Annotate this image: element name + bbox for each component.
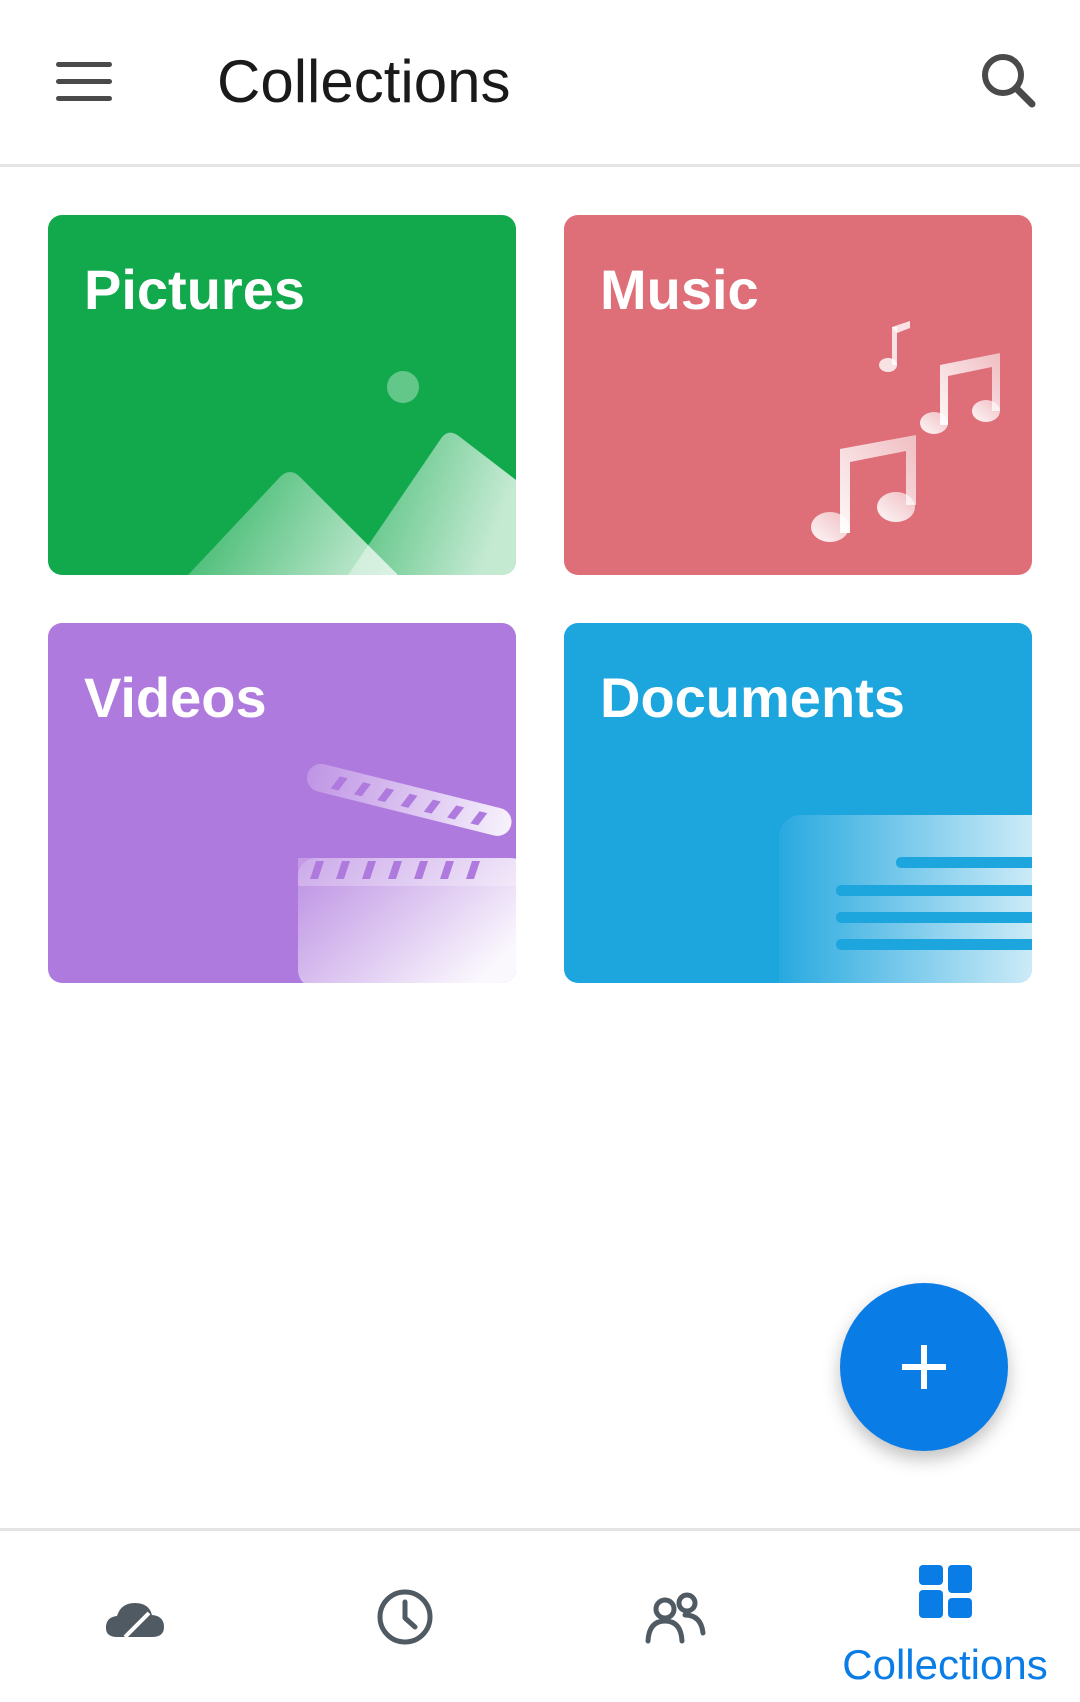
bottom-navigation: Collections: [0, 1528, 1080, 1702]
page-title: Collections: [217, 48, 511, 115]
collection-card-videos[interactable]: Videos: [48, 623, 516, 983]
plus-icon: [902, 1345, 946, 1389]
add-collection-button[interactable]: [840, 1283, 1008, 1451]
nav-label-collections: Collections: [842, 1641, 1048, 1688]
nav-item-files[interactable]: [0, 1531, 270, 1702]
nav-item-collections[interactable]: Collections: [810, 1531, 1080, 1702]
search-icon[interactable]: [970, 42, 1050, 122]
collection-card-music[interactable]: Music: [564, 215, 1032, 575]
people-icon: [645, 1592, 706, 1644]
collections-grid-icon: [919, 1565, 972, 1618]
collection-label: Pictures: [84, 258, 305, 321]
hamburger-menu-icon[interactable]: [44, 42, 124, 122]
cloud-icon: [105, 1603, 164, 1639]
collection-card-documents[interactable]: Documents: [564, 623, 1032, 983]
collection-label: Documents: [600, 666, 905, 729]
app-bar: Collections: [0, 0, 1080, 167]
collection-label: Music: [600, 258, 759, 321]
nav-item-recent[interactable]: [270, 1531, 540, 1702]
nav-item-shared[interactable]: [540, 1531, 810, 1702]
clock-icon: [377, 1589, 433, 1645]
collection-card-pictures[interactable]: Pictures: [48, 215, 516, 575]
collection-label: Videos: [84, 666, 267, 729]
